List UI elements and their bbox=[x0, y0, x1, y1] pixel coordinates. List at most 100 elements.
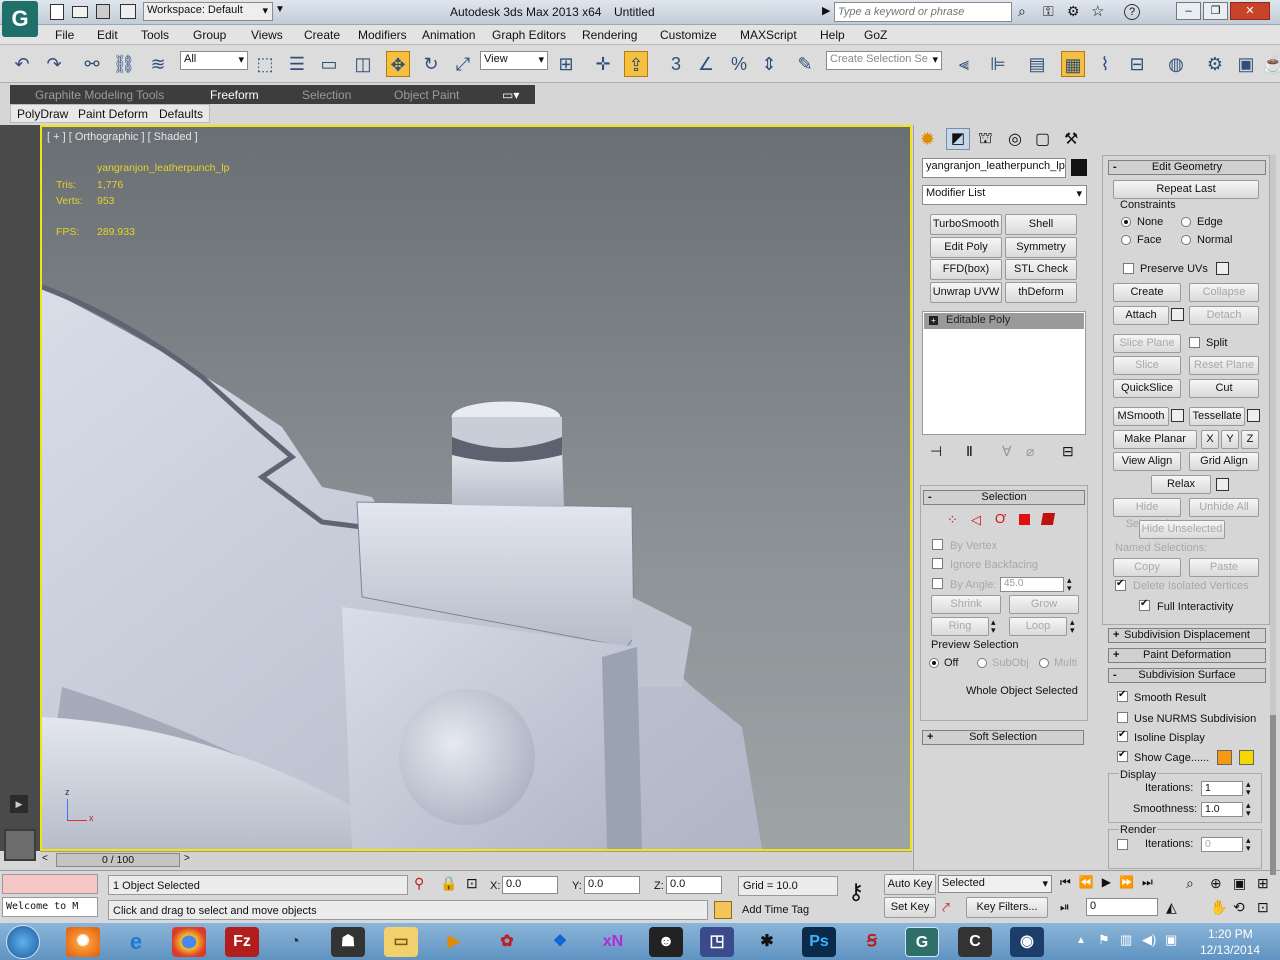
pin-stack-icon[interactable]: ⊣ bbox=[930, 443, 942, 460]
zbrush-icon[interactable]: ✱ bbox=[750, 927, 784, 957]
graphite-toggle-icon[interactable]: ▦ bbox=[1061, 51, 1085, 77]
menu-tools[interactable]: Tools bbox=[141, 28, 169, 42]
favorites-star-icon[interactable]: ☆ bbox=[1091, 2, 1104, 20]
photoshop-icon[interactable]: Ps bbox=[802, 927, 836, 957]
search-expand-icon[interactable]: ▶ bbox=[822, 4, 830, 17]
binoculars-icon[interactable]: ⌕ bbox=[1018, 3, 1026, 20]
stack-item-editable-poly[interactable]: + Editable Poly bbox=[924, 313, 1084, 329]
tab-freeform[interactable]: Freeform bbox=[210, 88, 259, 102]
edit-named-selection-icon[interactable]: ✎ bbox=[793, 51, 817, 77]
tray-volume-icon[interactable]: ◀) bbox=[1142, 932, 1156, 948]
path-deform-button[interactable]: thDeform (WSI bbox=[1005, 282, 1077, 303]
collapse-button[interactable]: Collapse bbox=[1189, 283, 1259, 302]
ribbon-options-icon[interactable]: ▭▾ bbox=[502, 88, 519, 102]
firefox-icon[interactable]: ✺ bbox=[66, 927, 100, 957]
tray-app-icon[interactable]: ▣ bbox=[1165, 932, 1177, 948]
project-folder-icon[interactable] bbox=[120, 4, 136, 19]
add-time-tag[interactable]: Add Time Tag bbox=[742, 904, 809, 916]
select-and-rotate-icon[interactable]: ↻ bbox=[419, 51, 443, 77]
menu-maxscript[interactable]: MAXScript bbox=[740, 28, 797, 42]
isoline-display-checkbox[interactable] bbox=[1117, 729, 1128, 742]
slice-plane-button[interactable]: Slice Plane bbox=[1113, 334, 1181, 353]
default-in-out-tangents-icon[interactable]: ⤤ bbox=[942, 899, 950, 916]
reset-plane-button[interactable]: Reset Plane bbox=[1189, 356, 1259, 375]
paste-button[interactable]: Paste bbox=[1189, 558, 1259, 577]
cut-button[interactable]: Cut bbox=[1189, 379, 1259, 398]
material-editor-icon[interactable]: ◍ bbox=[1164, 51, 1188, 77]
grow-button[interactable]: Grow bbox=[1009, 595, 1079, 614]
help-icon[interactable]: ? bbox=[1124, 4, 1140, 20]
constraint-face-radio[interactable] bbox=[1121, 235, 1131, 245]
time-next-icon[interactable]: > bbox=[184, 853, 190, 864]
attach-button[interactable]: Attach bbox=[1113, 306, 1169, 325]
next-frame-icon[interactable]: ⏩ bbox=[1119, 875, 1142, 889]
subdivision-surface-header[interactable]: - Subdivision Surface bbox=[1108, 668, 1266, 683]
tray-network-icon[interactable]: ▥ bbox=[1120, 932, 1132, 948]
selection-filter-dropdown[interactable]: All ▾ bbox=[180, 51, 248, 70]
shrink-button[interactable]: Shrink bbox=[931, 595, 1001, 614]
signin-icon[interactable]: ⚙ bbox=[1067, 3, 1080, 20]
modify-tab-icon[interactable]: ◩ bbox=[946, 128, 970, 150]
time-tag-icon[interactable] bbox=[714, 901, 732, 919]
symmetry-button[interactable]: Symmetry bbox=[1005, 237, 1077, 258]
paint-deformation-header[interactable]: + Paint Deformation bbox=[1108, 648, 1266, 663]
cage-color-swatch-1[interactable] bbox=[1217, 750, 1232, 765]
named-selection-dropdown[interactable]: Create Selection Se ▾ bbox=[826, 51, 942, 70]
percent-snap-icon[interactable]: % bbox=[727, 51, 751, 77]
full-interactivity-checkbox[interactable] bbox=[1139, 598, 1150, 611]
auto-key-button[interactable]: Auto Key bbox=[884, 874, 936, 895]
hierarchy-tab-icon[interactable]: ⛫ bbox=[978, 129, 993, 149]
msmooth-button[interactable]: MSmooth bbox=[1113, 407, 1169, 426]
render-production-icon[interactable]: ☕ bbox=[1262, 51, 1280, 77]
maximize-button[interactable]: ❐ bbox=[1203, 2, 1228, 20]
remove-modifier-icon[interactable]: ⌀ bbox=[1026, 443, 1034, 460]
select-and-scale-icon[interactable]: ⤢ bbox=[451, 51, 475, 77]
utilities-tab-icon[interactable]: ⚒ bbox=[1064, 129, 1078, 149]
constraint-none-radio[interactable] bbox=[1121, 217, 1131, 227]
render-iterations-spinner-icon[interactable]: ▴ ▾ bbox=[1246, 836, 1251, 853]
constraint-normal-radio[interactable] bbox=[1181, 235, 1191, 245]
by-angle-checkbox[interactable] bbox=[932, 578, 943, 589]
redo-icon[interactable]: ↷ bbox=[42, 51, 66, 77]
pivot-center-icon[interactable]: ⊞ bbox=[554, 51, 578, 77]
app-ring-icon[interactable]: ◔ bbox=[278, 927, 312, 957]
app-c-icon[interactable]: C bbox=[958, 927, 992, 957]
smoothness-spinner-icon[interactable]: ▴ ▾ bbox=[1246, 801, 1251, 818]
copy-button[interactable]: Copy bbox=[1113, 558, 1181, 577]
viewport-orthographic[interactable]: [ + ] [ Orthographic ] [ Shaded ] yangra… bbox=[40, 125, 912, 851]
xnview-icon[interactable]: xN bbox=[596, 927, 630, 957]
preview-off-radio[interactable] bbox=[929, 658, 939, 668]
relax-button[interactable]: Relax bbox=[1151, 475, 1211, 494]
nav-maximize-icon[interactable]: ⊡ bbox=[1257, 899, 1269, 916]
create-button[interactable]: Create bbox=[1113, 283, 1181, 302]
subtab-defaults[interactable]: Defaults bbox=[159, 107, 203, 121]
constraint-edge-radio[interactable] bbox=[1181, 217, 1191, 227]
edit-geometry-header[interactable]: - Edit Geometry bbox=[1108, 160, 1266, 175]
hide-unselected-button[interactable]: Hide Unselected bbox=[1139, 520, 1225, 539]
menu-group[interactable]: Group bbox=[193, 28, 226, 42]
goto-start-icon[interactable]: ⏮ bbox=[1060, 875, 1079, 889]
tray-flag-icon[interactable]: ⚑ bbox=[1098, 932, 1110, 948]
planar-x-button[interactable]: X bbox=[1201, 430, 1219, 449]
menu-graph-editors[interactable]: Graph Editors bbox=[492, 28, 566, 42]
angle-spinner-icon[interactable]: ▴ ▾ bbox=[1067, 576, 1072, 593]
configure-sets-icon[interactable]: ⊟ bbox=[1062, 443, 1074, 460]
selection-lock-icon[interactable]: 🔒 bbox=[440, 875, 457, 892]
edge-icon[interactable]: ◁ bbox=[971, 512, 981, 528]
iterations-spinner-icon[interactable]: ▴ ▾ bbox=[1246, 780, 1251, 797]
show-cage-checkbox[interactable] bbox=[1117, 749, 1128, 762]
isolate-selection-icon[interactable]: ⚲ bbox=[414, 875, 424, 892]
render-iterations-field[interactable]: 0 bbox=[1201, 837, 1243, 852]
undo-icon[interactable]: ↶ bbox=[10, 51, 34, 77]
loop-button[interactable]: Loop bbox=[1009, 617, 1067, 636]
modifier-list-dropdown[interactable]: Modifier List ▾ bbox=[922, 185, 1087, 205]
tab-object-paint[interactable]: Object Paint bbox=[394, 88, 459, 102]
key-filters-button[interactable]: Key Filters... bbox=[966, 897, 1048, 918]
bind-spacewarp-icon[interactable]: ≋ bbox=[146, 51, 170, 77]
repeat-last-button[interactable]: Repeat Last bbox=[1113, 180, 1259, 199]
ignore-backfacing-checkbox[interactable] bbox=[932, 558, 943, 569]
rectangular-selection-icon[interactable]: ▭ bbox=[317, 51, 341, 77]
ffd-box-button[interactable]: FFD(box) bbox=[930, 259, 1002, 280]
maxscript-listener-input[interactable] bbox=[2, 874, 98, 894]
selection-rollout-header[interactable]: - Selection bbox=[923, 490, 1085, 505]
